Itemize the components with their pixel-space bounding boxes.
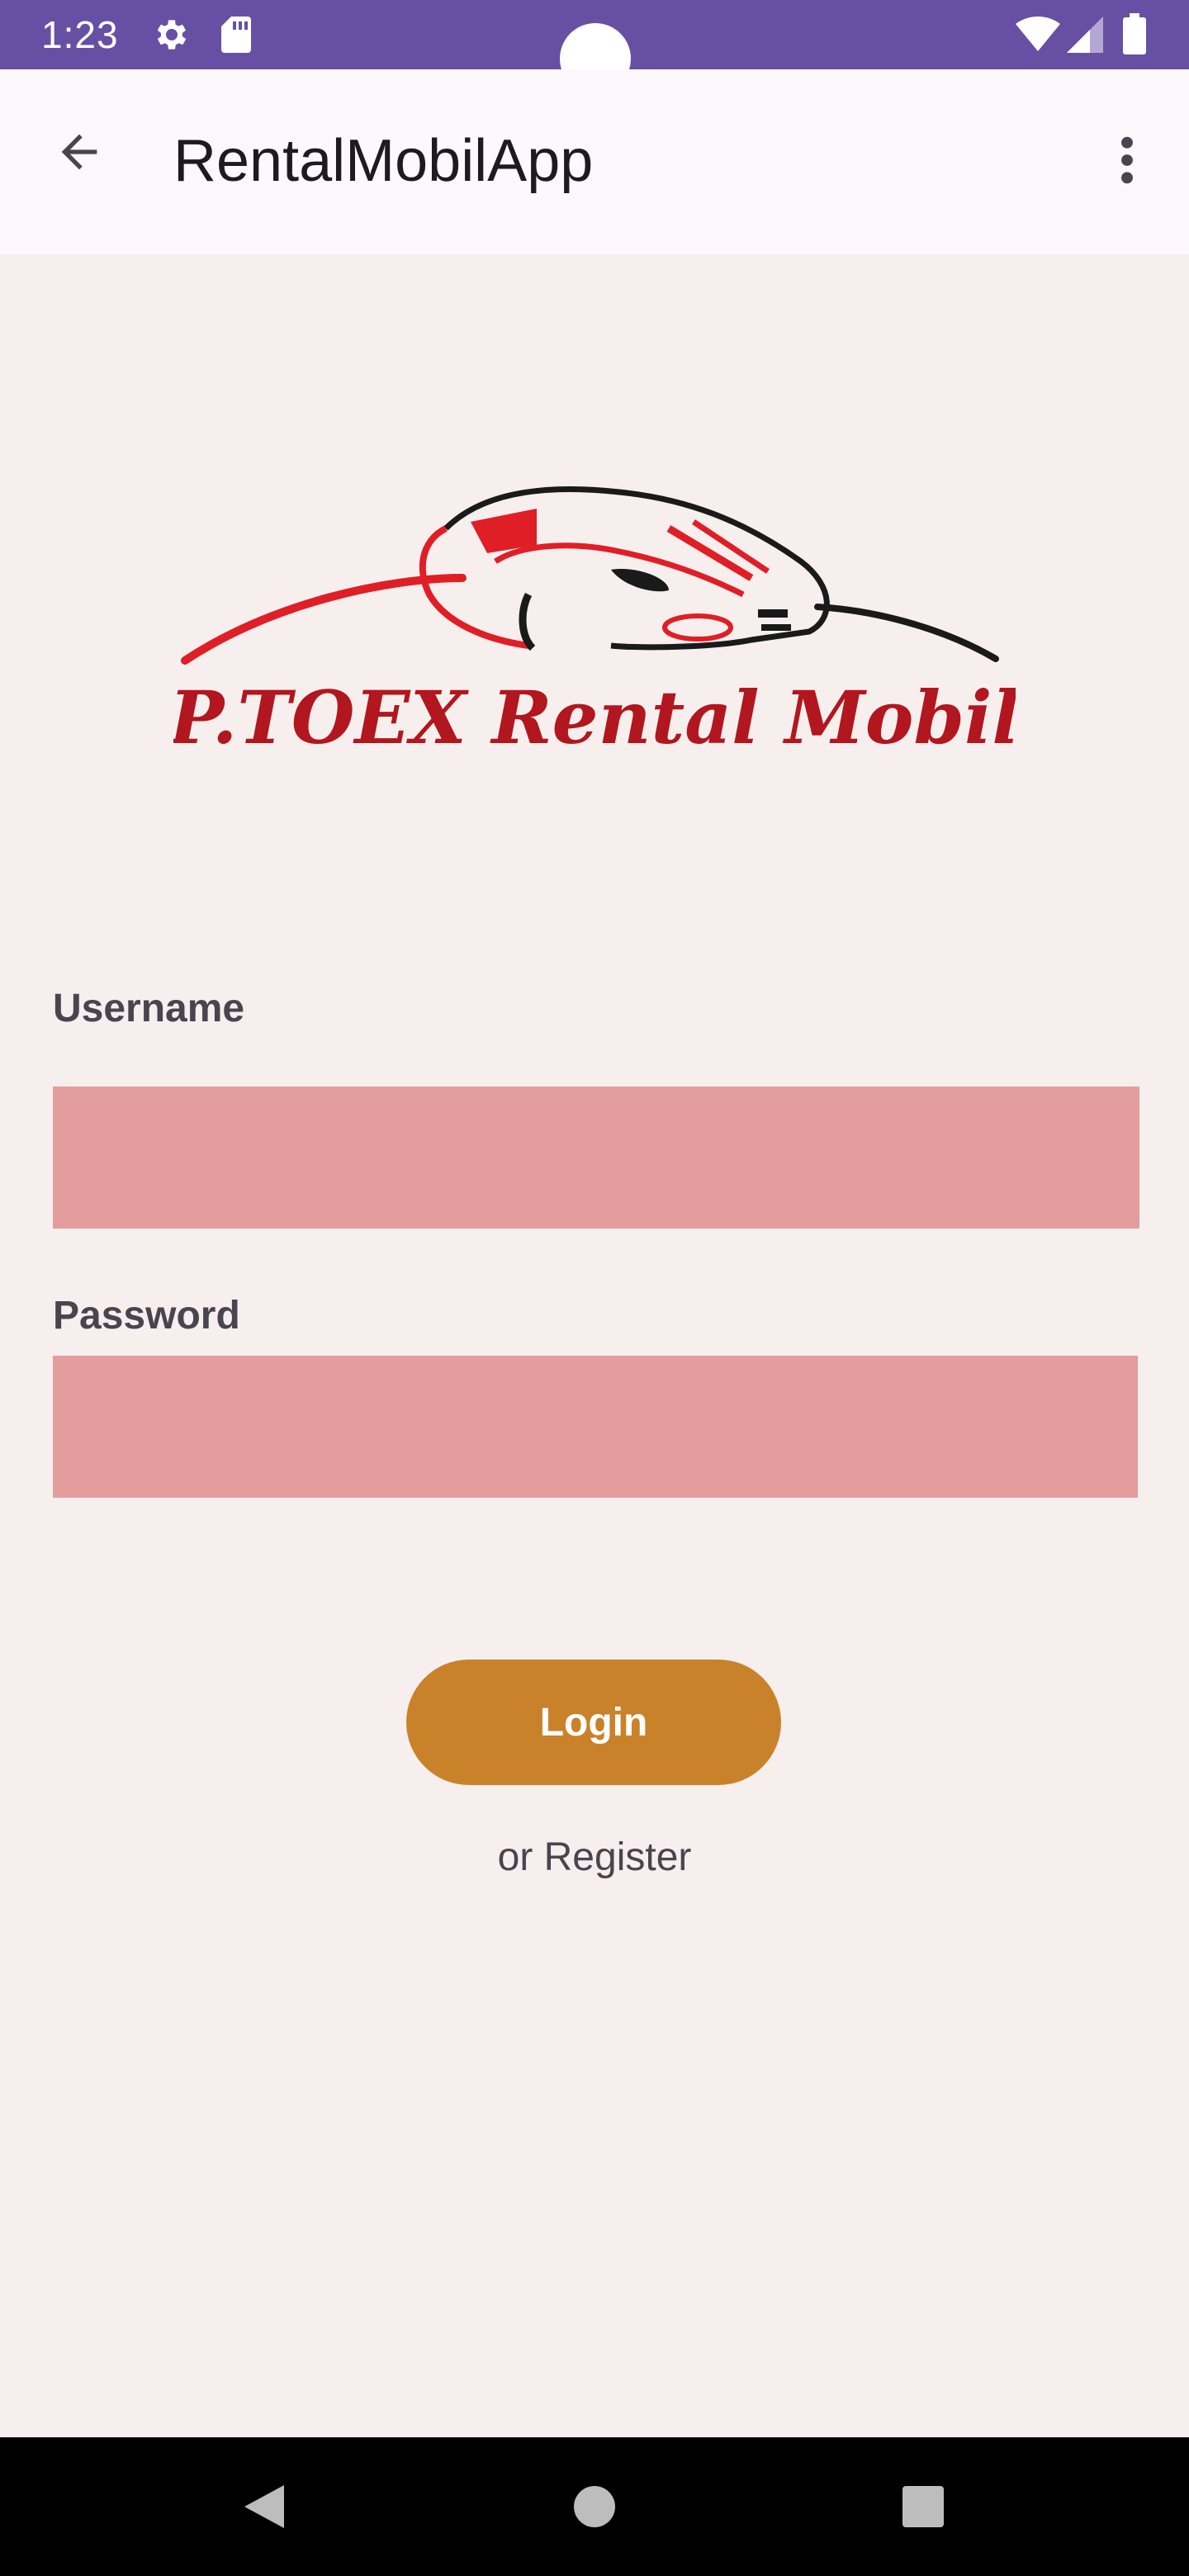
back-button[interactable] bbox=[36, 111, 122, 197]
logo-text: P.TOEX Rental Mobil bbox=[173, 675, 1016, 760]
nav-back-icon[interactable] bbox=[223, 2465, 306, 2548]
ptoex-logo: P.TOEX Rental Mobil bbox=[167, 462, 1020, 784]
status-time: 1:23 bbox=[41, 13, 119, 56]
settings-gear-icon bbox=[152, 15, 192, 59]
password-label: Password bbox=[53, 1294, 240, 1338]
login-button[interactable]: Login bbox=[406, 1660, 781, 1785]
app-bar: RentalMobilApp bbox=[0, 69, 1189, 254]
sd-card-icon bbox=[220, 15, 253, 59]
register-link[interactable]: or Register bbox=[0, 1835, 1189, 1880]
more-vert-icon bbox=[1117, 134, 1137, 191]
status-bar: 1:23 bbox=[0, 0, 1189, 94]
app-title: RentalMobilApp bbox=[173, 128, 594, 194]
overflow-menu-button[interactable] bbox=[1090, 119, 1164, 205]
nav-home-icon[interactable] bbox=[553, 2465, 636, 2548]
navigation-bar bbox=[0, 2437, 1189, 2576]
wifi-icon bbox=[1016, 17, 1060, 57]
password-field[interactable] bbox=[53, 1356, 1138, 1498]
cellular-signal-icon bbox=[1067, 17, 1103, 57]
username-label: Username bbox=[53, 987, 245, 1030]
username-field[interactable] bbox=[53, 1087, 1139, 1229]
nav-recents-icon[interactable] bbox=[882, 2465, 964, 2548]
arrow-back-icon bbox=[53, 125, 106, 182]
battery-icon bbox=[1123, 13, 1146, 59]
